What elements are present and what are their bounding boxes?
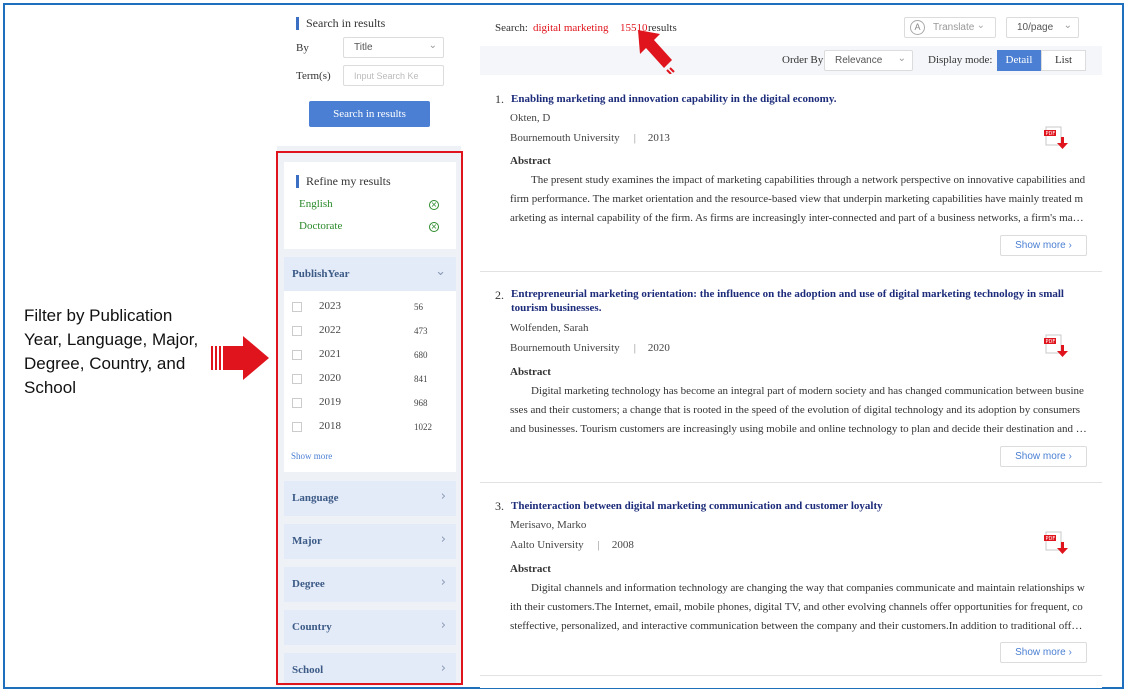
order-by-label: Order By [782, 54, 824, 66]
detail-mode-button[interactable]: Detail [997, 50, 1041, 71]
per-page-select[interactable]: 10/page ⌄ [1006, 17, 1079, 38]
annotation-highlight-box [276, 151, 463, 685]
show-more-button[interactable]: Show more › [1000, 446, 1087, 467]
result-meta: Bournemouth University | 2020 [510, 342, 670, 354]
search-query: digital marketing [533, 22, 609, 34]
abstract-heading: Abstract [510, 366, 551, 378]
result-item: 3. Theinteraction between digital market… [480, 483, 1102, 676]
result-number: 3. [495, 499, 504, 513]
per-page-value: 10/page [1017, 22, 1054, 33]
translate-button[interactable]: A Translate ⌄ [904, 17, 996, 38]
abstract-text: The present study examines the impact of… [510, 174, 1087, 224]
result-title[interactable]: Entrepreneurial marketing orientation: t… [511, 287, 1081, 315]
svg-text:PDF: PDF [1046, 339, 1056, 345]
pdf-download-icon[interactable]: PDF [1044, 334, 1070, 360]
search-in-results-button[interactable]: Search in results [309, 101, 430, 127]
list-mode-button[interactable]: List [1041, 50, 1086, 71]
result-item: 2. Entrepreneurial marketing orientation… [480, 272, 1102, 483]
pdf-download-icon[interactable]: PDF [1044, 531, 1070, 557]
search-in-results-title: Search in results [296, 16, 385, 31]
by-label: By [296, 42, 309, 54]
meta-separator: | [633, 132, 636, 144]
chevron-down-icon: ⌄ [976, 20, 985, 31]
result-number: 1. [495, 92, 504, 106]
meta-separator: | [597, 539, 600, 551]
result-meta: Bournemouth University | 2013 [510, 132, 670, 144]
translate-label: Translate [933, 22, 975, 33]
annotation-arrow-icon [638, 30, 675, 74]
result-year: 2020 [647, 342, 670, 354]
abstract-text: Digital marketing technology has become … [510, 385, 1086, 435]
result-school[interactable]: Bournemouth University [510, 342, 620, 354]
show-more-label: Show more [1015, 647, 1066, 658]
annotation-arrow-icon [211, 336, 269, 380]
result-title[interactable]: Enabling marketing and innovation capabi… [511, 92, 1081, 106]
result-year: 2013 [647, 132, 670, 144]
order-by-value: Relevance [835, 55, 883, 66]
meta-separator: | [633, 342, 636, 354]
show-more-label: Show more [1015, 451, 1066, 462]
abstract-heading: Abstract [510, 155, 551, 167]
order-by-select[interactable]: Relevance ⌄ [824, 50, 913, 71]
term-input[interactable]: Input Search Ke [343, 65, 444, 86]
translate-icon: A [910, 20, 925, 35]
search-label: Search: [495, 22, 528, 34]
display-mode-label: Display mode: [928, 54, 993, 66]
abstract-text: Digital channels and information technol… [510, 582, 1085, 632]
chevron-right-icon: › [1068, 240, 1072, 251]
result-school[interactable]: Aalto University [510, 539, 584, 551]
chevron-right-icon: › [1068, 647, 1072, 658]
result-item: 1. Enabling marketing and innovation cap… [480, 76, 1102, 272]
svg-text:PDF: PDF [1046, 131, 1056, 137]
result-number: 2. [495, 288, 504, 302]
show-more-label: Show more [1015, 240, 1066, 251]
result-author[interactable]: Wolfenden, Sarah [510, 322, 589, 334]
chevron-down-icon: ⌄ [428, 40, 437, 51]
pdf-download-icon[interactable]: PDF [1044, 126, 1070, 152]
result-author[interactable]: Merisavo, Marko [510, 519, 586, 531]
result-school[interactable]: Bournemouth University [510, 132, 620, 144]
svg-text:PDF: PDF [1046, 536, 1056, 542]
annotation-text: Filter by Publication Year, Language, Ma… [24, 306, 199, 397]
show-more-button[interactable]: Show more › [1000, 642, 1087, 663]
by-select-value: Title [354, 42, 373, 53]
chevron-down-icon: ⌄ [897, 53, 906, 64]
show-more-button[interactable]: Show more › [1000, 235, 1087, 256]
result-author[interactable]: Okten, D [510, 112, 550, 124]
chevron-down-icon: ⌄ [1063, 20, 1072, 31]
by-select[interactable]: Title ⌄ [343, 37, 444, 58]
term-label: Term(s) [296, 70, 331, 82]
result-title[interactable]: Theinteraction between digital marketing… [511, 499, 1081, 513]
result-meta: Aalto University | 2008 [510, 539, 634, 551]
chevron-right-icon: › [1068, 451, 1072, 462]
result-year: 2008 [611, 539, 634, 551]
abstract-heading: Abstract [510, 563, 551, 575]
